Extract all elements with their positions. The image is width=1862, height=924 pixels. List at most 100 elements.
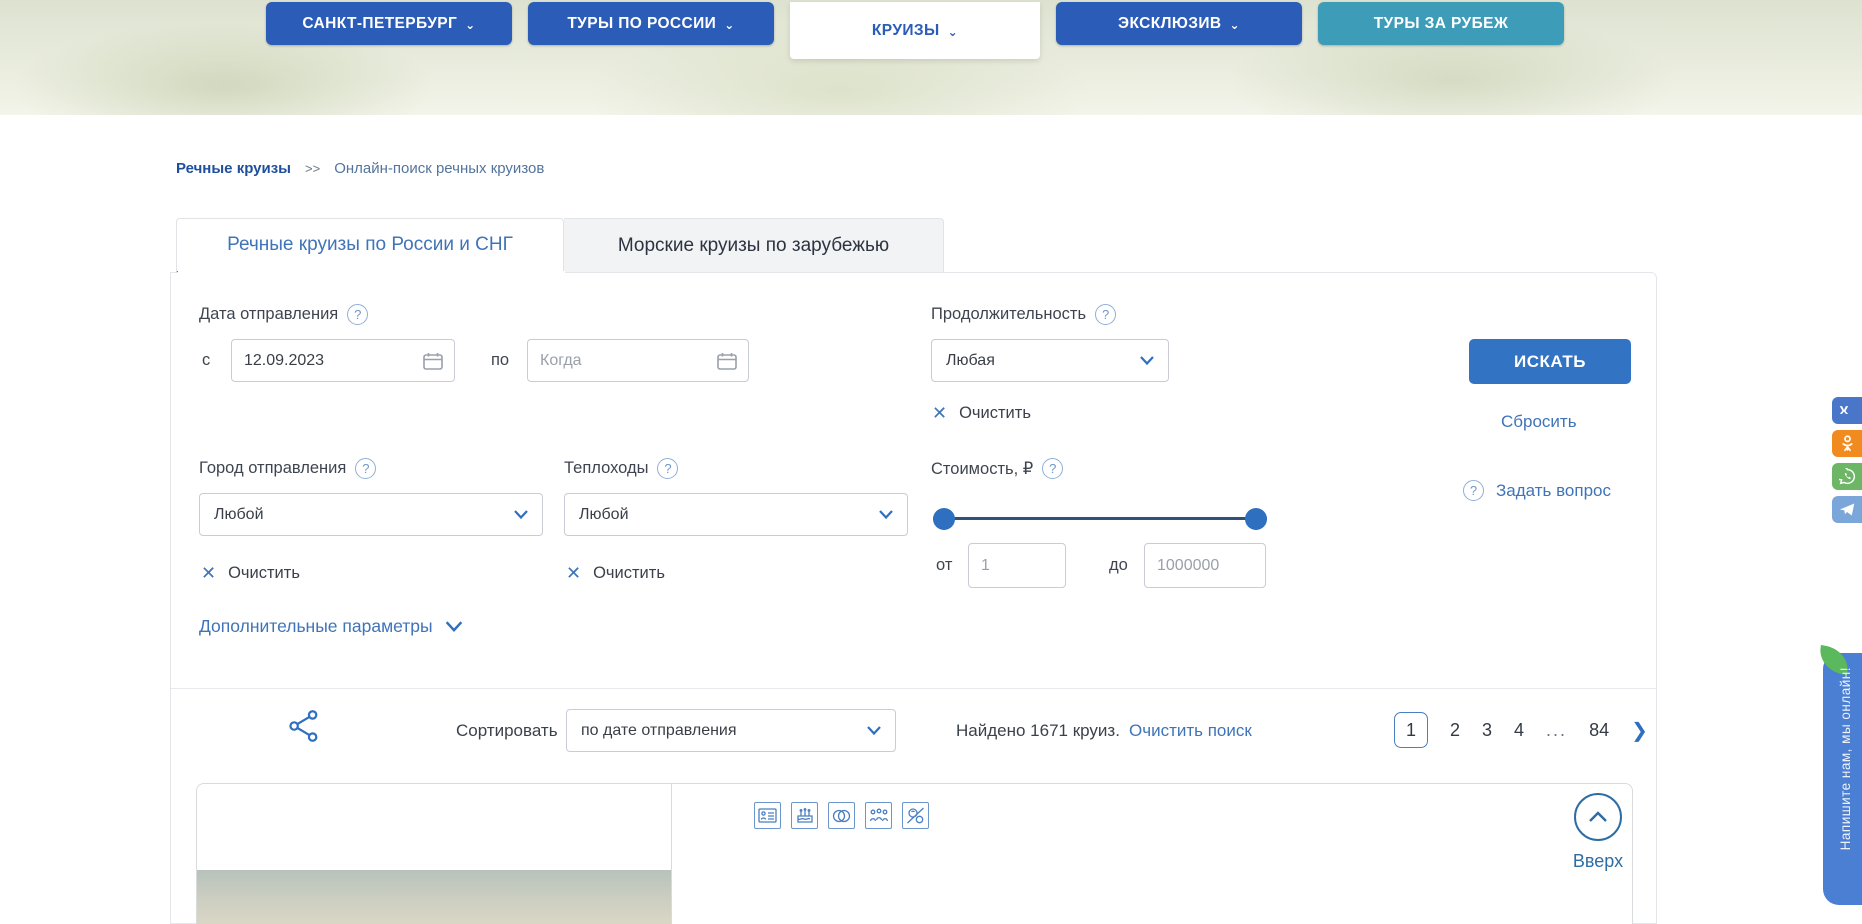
- wedding-rings-icon[interactable]: [828, 802, 855, 829]
- help-icon[interactable]: ?: [347, 304, 368, 325]
- date-from-input[interactable]: [231, 339, 455, 382]
- page-1-active[interactable]: 1: [1394, 712, 1428, 748]
- selected-value: Любой: [579, 506, 629, 524]
- clear-label: Очистить: [228, 564, 300, 583]
- reset-link[interactable]: Сбросить: [1501, 412, 1577, 432]
- id-card-icon[interactable]: [754, 802, 781, 829]
- additional-params-toggle[interactable]: Дополнительные параметры: [199, 616, 463, 637]
- date-to-input[interactable]: [527, 339, 749, 382]
- help-icon[interactable]: ?: [1042, 458, 1063, 479]
- price-to-input[interactable]: [1144, 543, 1266, 588]
- cruise-card[interactable]: Санкт-Петербург – Москва: [196, 783, 1633, 924]
- departure-city-label: Город отправления ?: [199, 458, 376, 479]
- sort-label: Сортировать: [456, 721, 558, 741]
- nav-item-russia-tours[interactable]: ТУРЫ ПО РОССИИ ⌄: [528, 2, 774, 45]
- sort-select[interactable]: по дате отправления: [566, 709, 896, 752]
- main-nav: САНКТ-ПЕТЕРБУРГ ⌄ ТУРЫ ПО РОССИИ ⌄ КРУИЗ…: [266, 2, 1564, 59]
- nav-item-cruises[interactable]: КРУИЗЫ ⌄: [850, 9, 980, 52]
- help-icon[interactable]: ?: [657, 458, 678, 479]
- help-icon[interactable]: ?: [355, 458, 376, 479]
- page-4[interactable]: 4: [1514, 720, 1524, 741]
- clear-x-icon: ✕: [566, 563, 581, 584]
- chevron-down-icon: ⌄: [724, 18, 734, 32]
- price-from-input[interactable]: [968, 543, 1066, 588]
- ask-question-link[interactable]: ? Задать вопрос: [1463, 480, 1611, 501]
- chevron-down-icon: [514, 510, 528, 519]
- next-page-icon[interactable]: ❯: [1631, 718, 1648, 743]
- chevron-down-icon: ⌄: [948, 25, 958, 39]
- chevron-down-icon: ⌄: [465, 18, 475, 32]
- slider-handle-max[interactable]: [1245, 508, 1267, 530]
- tab-river-cruises[interactable]: Речные круизы по России и СНГ: [176, 218, 564, 273]
- price-label: Стоимость, ₽ ?: [931, 458, 1063, 479]
- price-range-slider[interactable]: [933, 508, 1267, 530]
- tab-panel-join: [178, 271, 565, 274]
- slider-handle-min[interactable]: [933, 508, 955, 530]
- ships-clear-button[interactable]: ✕ Очистить: [566, 563, 665, 584]
- social-sidebar: [1832, 397, 1862, 523]
- telegram-icon[interactable]: [1832, 496, 1862, 523]
- duration-clear-button[interactable]: ✕ Очистить: [932, 403, 1031, 424]
- label-text: Теплоходы: [564, 459, 648, 478]
- clear-label: Очистить: [959, 404, 1031, 423]
- clear-x-icon: ✕: [201, 563, 216, 584]
- tab-sea-cruises[interactable]: Морские круизы по зарубежью: [564, 218, 944, 273]
- page: САНКТ-ПЕТЕРБУРГ ⌄ ТУРЫ ПО РОССИИ ⌄ КРУИЗ…: [0, 0, 1862, 924]
- departure-date-label: Дата отправления ?: [199, 304, 368, 325]
- breadcrumb-separator: >>: [305, 161, 320, 176]
- pagination: 1 2 3 4 ... 84 ❯: [1394, 712, 1648, 748]
- ask-question-label: Задать вопрос: [1496, 481, 1611, 501]
- page-2[interactable]: 2: [1450, 720, 1460, 741]
- page-3[interactable]: 3: [1482, 720, 1492, 741]
- ships-select[interactable]: Любой: [564, 493, 908, 536]
- chevron-down-icon: [445, 621, 463, 632]
- label-text: Дата отправления: [199, 305, 338, 324]
- date-from-wrap: [231, 339, 455, 382]
- selected-value: Любая: [946, 352, 995, 370]
- search-button[interactable]: ИСКАТЬ: [1469, 339, 1631, 384]
- nav-label: ЭКСКЛЮЗИВ: [1118, 15, 1221, 33]
- cruise-photo-column: [197, 784, 672, 924]
- breadcrumb: Речные круизы >> Онлайн-поиск речных кру…: [176, 160, 544, 177]
- price-from-prefix: от: [936, 556, 952, 575]
- pagination-ellipsis: ...: [1546, 720, 1567, 741]
- nav-label: ТУРЫ ПО РОССИИ: [567, 15, 716, 33]
- vk-icon[interactable]: [1832, 397, 1862, 424]
- label-text: Продолжительность: [931, 305, 1086, 324]
- date-to-wrap: [527, 339, 749, 382]
- help-icon[interactable]: ?: [1095, 304, 1116, 325]
- nav-label: САНКТ-ПЕТЕРБУРГ: [302, 15, 457, 33]
- chat-tab-label: Напишите нам, мы онлайн!: [1838, 667, 1853, 850]
- cruise-photo: [197, 870, 671, 924]
- question-icon: ?: [1463, 480, 1484, 501]
- odnoklassniki-icon[interactable]: [1832, 430, 1862, 457]
- nav-item-spb[interactable]: САНКТ-ПЕТЕРБУРГ ⌄: [266, 2, 512, 45]
- nav-label: КРУИЗЫ: [872, 22, 940, 40]
- additional-params-label: Дополнительные параметры: [199, 616, 433, 637]
- selected-value: Любой: [214, 506, 264, 524]
- departure-city-select[interactable]: Любой: [199, 493, 543, 536]
- ships-label: Теплоходы ?: [564, 458, 678, 479]
- clear-x-icon: ✕: [932, 403, 947, 424]
- online-chat-tab[interactable]: Напишите нам, мы онлайн!: [1823, 653, 1862, 905]
- nav-item-abroad-tours[interactable]: ТУРЫ ЗА РУБЕЖ: [1318, 2, 1564, 45]
- city-clear-button[interactable]: ✕ Очистить: [201, 563, 300, 584]
- label-text: Город отправления: [199, 459, 346, 478]
- page-last[interactable]: 84: [1589, 720, 1609, 741]
- nav-item-cruises-active[interactable]: КРУИЗЫ ⌄: [790, 2, 1040, 59]
- chevron-down-icon: ⌄: [1229, 18, 1239, 32]
- duration-select[interactable]: Любая: [931, 339, 1169, 382]
- price-to-prefix: до: [1109, 556, 1128, 575]
- group-icon[interactable]: [865, 802, 892, 829]
- label-text: Стоимость, ₽: [931, 459, 1033, 479]
- whatsapp-icon[interactable]: [1832, 463, 1862, 490]
- share-icon[interactable]: [289, 710, 319, 742]
- nav-item-exclusive[interactable]: ЭКСКЛЮЗИВ ⌄: [1056, 2, 1302, 45]
- birthday-cake-icon[interactable]: [791, 802, 818, 829]
- clear-search-link[interactable]: Очистить поиск: [1129, 721, 1252, 741]
- no-children-icon[interactable]: [902, 802, 929, 829]
- breadcrumb-home-link[interactable]: Речные круизы: [176, 160, 291, 177]
- breadcrumb-current: Онлайн-поиск речных круизов: [334, 160, 544, 177]
- panel-divider: [171, 688, 1656, 689]
- back-to-top-button[interactable]: Вверх: [1563, 793, 1633, 872]
